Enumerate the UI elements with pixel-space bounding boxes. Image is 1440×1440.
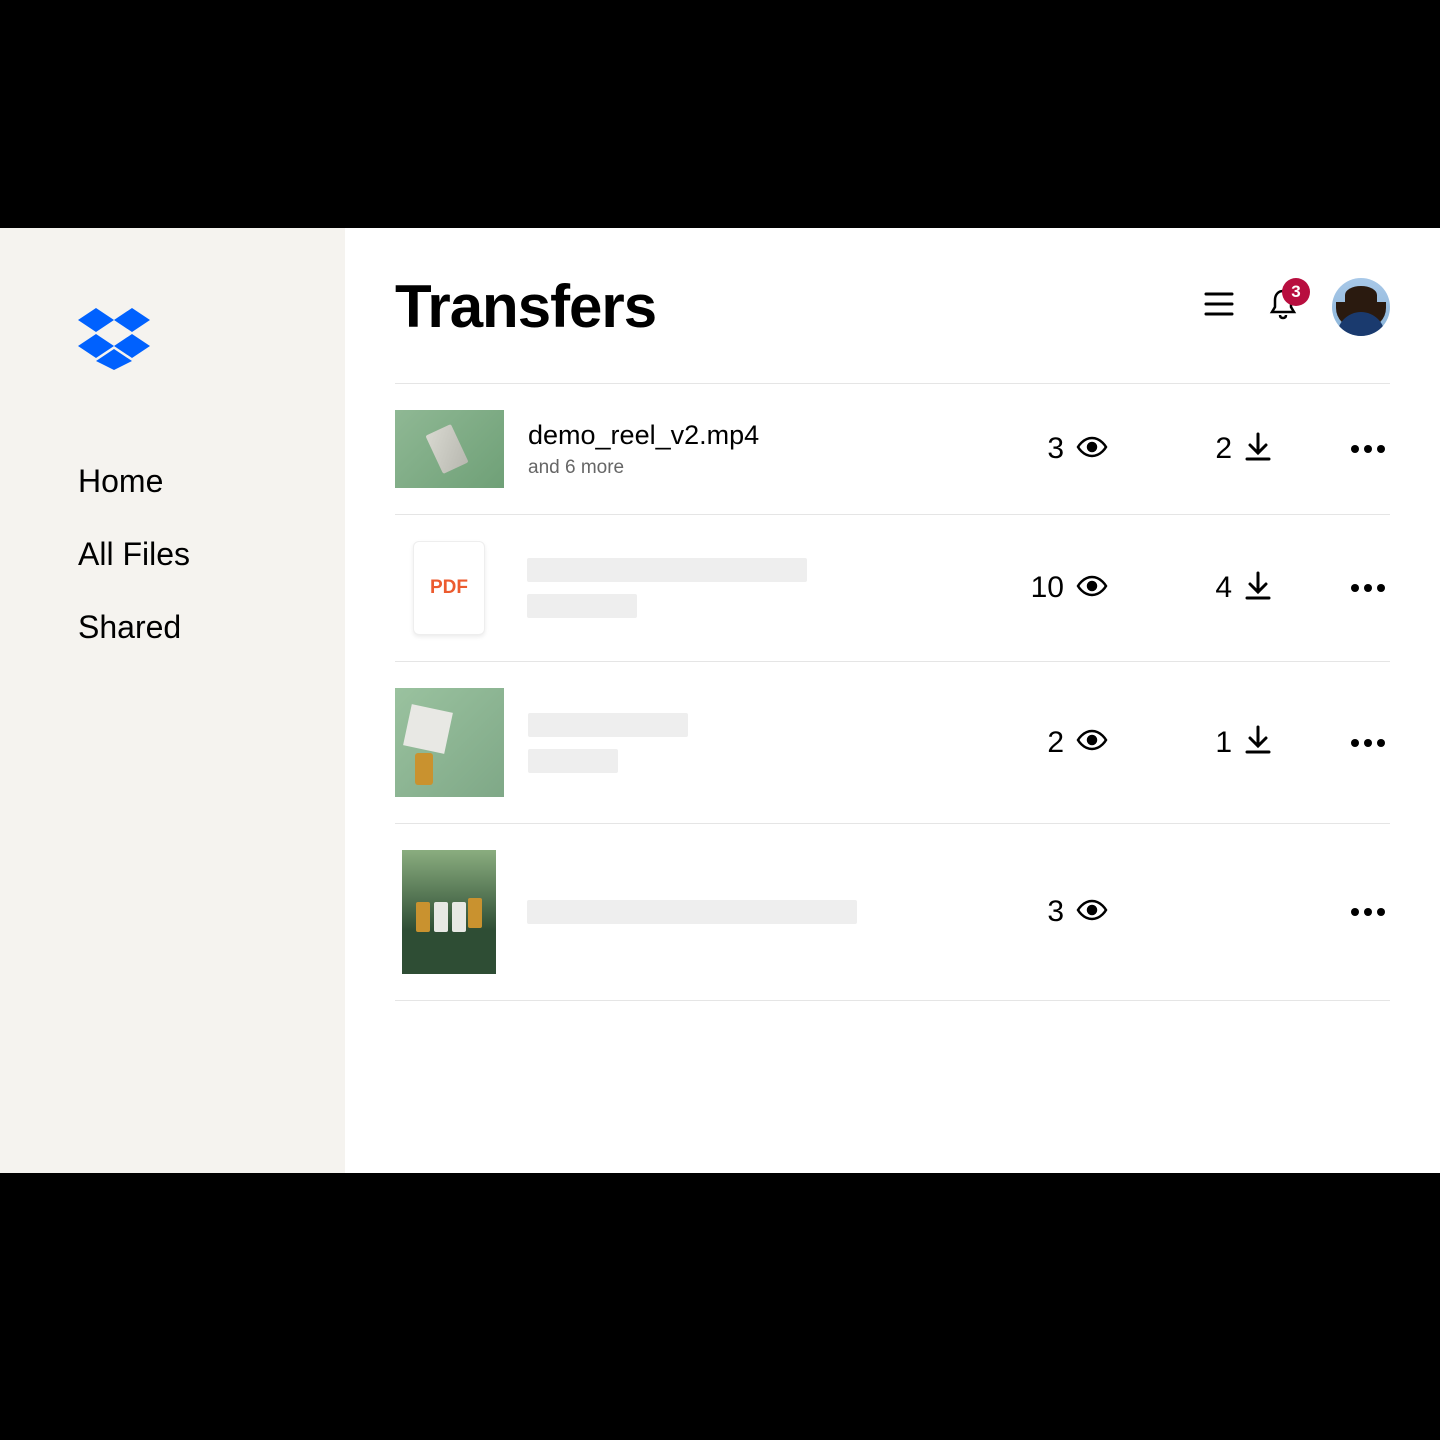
transfer-row[interactable]: PDF 10 bbox=[395, 515, 1390, 662]
more-options-icon[interactable] bbox=[1346, 584, 1390, 592]
views-stat: 10 bbox=[998, 571, 1108, 605]
placeholder-text bbox=[527, 900, 857, 924]
more-options-icon[interactable] bbox=[1346, 739, 1390, 747]
views-count: 3 bbox=[1047, 432, 1064, 466]
downloads-stat: 2 bbox=[1162, 432, 1272, 467]
views-count: 3 bbox=[1047, 895, 1064, 929]
app-window: Home All Files Shared Transfers bbox=[0, 228, 1440, 1173]
transfer-row[interactable]: 3 bbox=[395, 824, 1390, 1001]
pdf-file-icon: PDF bbox=[413, 541, 485, 635]
download-icon bbox=[1244, 571, 1272, 606]
file-thumbnail bbox=[402, 850, 496, 974]
sidebar-item-shared[interactable]: Shared bbox=[78, 609, 345, 646]
views-count: 2 bbox=[1047, 726, 1064, 760]
menu-icon[interactable] bbox=[1204, 292, 1234, 321]
downloads-count: 2 bbox=[1215, 432, 1232, 466]
downloads-count: 4 bbox=[1215, 571, 1232, 605]
views-count: 10 bbox=[1031, 571, 1064, 605]
more-options-icon[interactable] bbox=[1346, 908, 1390, 916]
transfer-row[interactable]: 2 1 bbox=[395, 662, 1390, 824]
download-icon bbox=[1244, 725, 1272, 760]
avatar[interactable] bbox=[1332, 278, 1390, 336]
main-content: Transfers 3 bbox=[345, 228, 1440, 1173]
downloads-stat: 1 bbox=[1162, 725, 1272, 760]
sidebar-item-all-files[interactable]: All Files bbox=[78, 536, 345, 573]
downloads-count: 1 bbox=[1215, 726, 1232, 760]
eye-icon bbox=[1076, 575, 1108, 602]
placeholder-text bbox=[528, 749, 618, 773]
downloads-stat: 4 bbox=[1162, 571, 1272, 606]
page-title: Transfers bbox=[395, 272, 656, 341]
more-options-icon[interactable] bbox=[1346, 445, 1390, 453]
sidebar: Home All Files Shared bbox=[0, 228, 345, 1173]
placeholder-text bbox=[527, 594, 637, 618]
header: Transfers 3 bbox=[395, 272, 1390, 341]
eye-icon bbox=[1076, 729, 1108, 756]
file-thumbnail bbox=[395, 410, 504, 488]
sidebar-item-home[interactable]: Home bbox=[78, 463, 345, 500]
views-stat: 3 bbox=[998, 432, 1108, 466]
file-meta: and 6 more bbox=[528, 457, 974, 479]
file-info bbox=[528, 713, 974, 773]
notifications-button[interactable]: 3 bbox=[1268, 288, 1298, 325]
views-stat: 3 bbox=[998, 895, 1108, 929]
views-stat: 2 bbox=[998, 726, 1108, 760]
transfer-row[interactable]: demo_reel_v2.mp4 and 6 more 3 bbox=[395, 384, 1390, 515]
file-name: demo_reel_v2.mp4 bbox=[528, 420, 974, 451]
file-info: demo_reel_v2.mp4 and 6 more bbox=[528, 420, 974, 479]
header-actions: 3 bbox=[1204, 278, 1390, 336]
placeholder-text bbox=[527, 558, 807, 582]
file-thumbnail bbox=[395, 688, 504, 797]
transfer-list: demo_reel_v2.mp4 and 6 more 3 bbox=[395, 383, 1390, 1001]
placeholder-text bbox=[528, 713, 688, 737]
eye-icon bbox=[1076, 436, 1108, 463]
file-info bbox=[527, 900, 974, 924]
notification-badge: 3 bbox=[1282, 278, 1310, 306]
download-icon bbox=[1244, 432, 1272, 467]
dropbox-logo-icon[interactable] bbox=[78, 308, 345, 375]
eye-icon bbox=[1076, 899, 1108, 926]
file-info bbox=[527, 558, 974, 618]
